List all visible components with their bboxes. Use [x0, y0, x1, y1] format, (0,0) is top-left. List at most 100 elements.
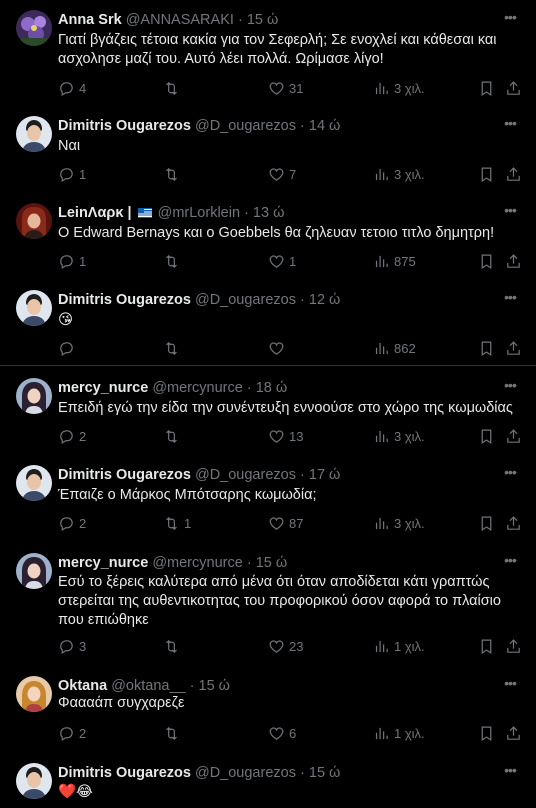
retweet-button[interactable]: [163, 636, 184, 656]
display-name[interactable]: Dimitris Ougarezos: [58, 765, 191, 781]
reply-button[interactable]: 3: [58, 636, 86, 656]
more-icon[interactable]: •••: [500, 676, 520, 696]
reply-button[interactable]: [58, 338, 79, 358]
reply-button[interactable]: 2: [58, 426, 86, 446]
avatar[interactable]: [16, 203, 52, 239]
retweet-button[interactable]: [163, 338, 184, 358]
timestamp[interactable]: 15 ώ: [309, 765, 340, 781]
more-icon[interactable]: •••: [500, 553, 520, 573]
share-button[interactable]: [505, 338, 522, 358]
views-button[interactable]: 875: [373, 251, 416, 271]
reply-button[interactable]: 2: [58, 723, 86, 743]
user-handle[interactable]: @oktana__: [111, 678, 185, 694]
user-handle[interactable]: @D_ougarezos: [195, 292, 296, 308]
views-button[interactable]: 3 χιλ.: [373, 513, 425, 533]
display-name[interactable]: LeinΛαρκ |: [58, 205, 132, 221]
bookmark-button[interactable]: [478, 164, 495, 184]
reply-button[interactable]: 2: [58, 513, 86, 533]
more-icon[interactable]: •••: [500, 290, 520, 310]
share-button[interactable]: [505, 251, 522, 271]
user-handle[interactable]: @D_ougarezos: [195, 467, 296, 483]
user-handle[interactable]: @D_ougarezos: [195, 118, 296, 134]
views-button[interactable]: 1 χιλ.: [373, 636, 425, 656]
display-name[interactable]: Dimitris Ougarezos: [58, 118, 191, 134]
display-name[interactable]: Anna Srk: [58, 12, 122, 28]
avatar[interactable]: [16, 10, 52, 46]
share-icon: [507, 725, 520, 740]
bookmark-icon: [481, 726, 492, 741]
bookmark-button[interactable]: [478, 513, 495, 533]
avatar[interactable]: [16, 290, 52, 326]
like-button[interactable]: 23: [268, 636, 303, 656]
user-handle[interactable]: @D_ougarezos: [195, 765, 296, 781]
timestamp[interactable]: 15 ώ: [256, 555, 287, 571]
timestamp[interactable]: 13 ώ: [253, 205, 284, 221]
more-icon[interactable]: •••: [500, 763, 520, 783]
retweet-button[interactable]: [163, 78, 184, 98]
like-button[interactable]: 7: [268, 164, 296, 184]
views-button[interactable]: 3 χιλ.: [373, 78, 425, 98]
avatar[interactable]: [16, 553, 52, 589]
share-button[interactable]: [505, 164, 522, 184]
heart-icon: [269, 82, 284, 95]
like-button[interactable]: 31: [268, 78, 303, 98]
avatar[interactable]: [16, 676, 52, 712]
timestamp[interactable]: 15 ώ: [247, 12, 278, 28]
more-icon[interactable]: •••: [500, 465, 520, 485]
more-icon[interactable]: •••: [500, 116, 520, 136]
share-icon: [507, 80, 520, 95]
like-button[interactable]: 1: [268, 251, 296, 271]
like-button[interactable]: [268, 338, 289, 358]
more-icon[interactable]: •••: [500, 10, 520, 30]
timestamp[interactable]: 18 ώ: [256, 380, 287, 396]
avatar[interactable]: [16, 116, 52, 152]
avatar[interactable]: [16, 465, 52, 501]
share-button[interactable]: [505, 426, 522, 446]
reply-button[interactable]: 4: [58, 78, 86, 98]
display-name[interactable]: mercy_nurce: [58, 555, 148, 571]
display-name[interactable]: Dimitris Ougarezos: [58, 292, 191, 308]
user-handle[interactable]: @mercynurce: [152, 555, 242, 571]
bookmark-button[interactable]: [478, 251, 495, 271]
display-name[interactable]: mercy_nurce: [58, 380, 148, 396]
retweet-button[interactable]: 1: [163, 513, 191, 533]
like-button[interactable]: 13: [268, 426, 303, 446]
timestamp[interactable]: 14 ώ: [309, 118, 340, 134]
tweet-header: mercy_nurce @mercynurce · 15 ώ: [58, 553, 496, 573]
bookmark-button[interactable]: [478, 636, 495, 656]
views-button[interactable]: 3 χιλ.: [373, 426, 425, 446]
share-button[interactable]: [505, 513, 522, 533]
retweet-button[interactable]: [163, 723, 184, 743]
share-button[interactable]: [505, 78, 522, 98]
bookmark-button[interactable]: [478, 426, 495, 446]
avatar[interactable]: [16, 378, 52, 414]
share-button[interactable]: [505, 636, 522, 656]
share-button[interactable]: [505, 723, 522, 743]
like-button[interactable]: 87: [268, 513, 303, 533]
timestamp[interactable]: 15 ώ: [199, 678, 230, 694]
avatar[interactable]: [16, 763, 52, 799]
bookmark-button[interactable]: [478, 338, 495, 358]
retweet-button[interactable]: [163, 251, 184, 271]
display-name[interactable]: Oktana: [58, 678, 107, 694]
like-button[interactable]: 6: [268, 723, 296, 743]
more-icon[interactable]: •••: [500, 203, 520, 223]
bookmark-button[interactable]: [478, 723, 495, 743]
timestamp[interactable]: 17 ώ: [309, 467, 340, 483]
user-handle[interactable]: @mercynurce: [152, 380, 242, 396]
more-icon[interactable]: •••: [500, 378, 520, 398]
timestamp[interactable]: 12 ώ: [309, 292, 340, 308]
separator-dot: ·: [244, 205, 249, 221]
bookmark-icon: [481, 639, 492, 654]
reply-button[interactable]: 1: [58, 251, 86, 271]
views-button[interactable]: 1 χιλ.: [373, 723, 425, 743]
retweet-button[interactable]: [163, 164, 184, 184]
views-button[interactable]: 3 χιλ.: [373, 164, 425, 184]
display-name[interactable]: Dimitris Ougarezos: [58, 467, 191, 483]
retweet-button[interactable]: [163, 426, 184, 446]
user-handle[interactable]: @ANNASARAKI: [126, 12, 234, 28]
reply-button[interactable]: 1: [58, 164, 86, 184]
user-handle[interactable]: @mrLorklein: [158, 205, 240, 221]
bookmark-button[interactable]: [478, 78, 495, 98]
views-button[interactable]: 862: [373, 338, 416, 358]
